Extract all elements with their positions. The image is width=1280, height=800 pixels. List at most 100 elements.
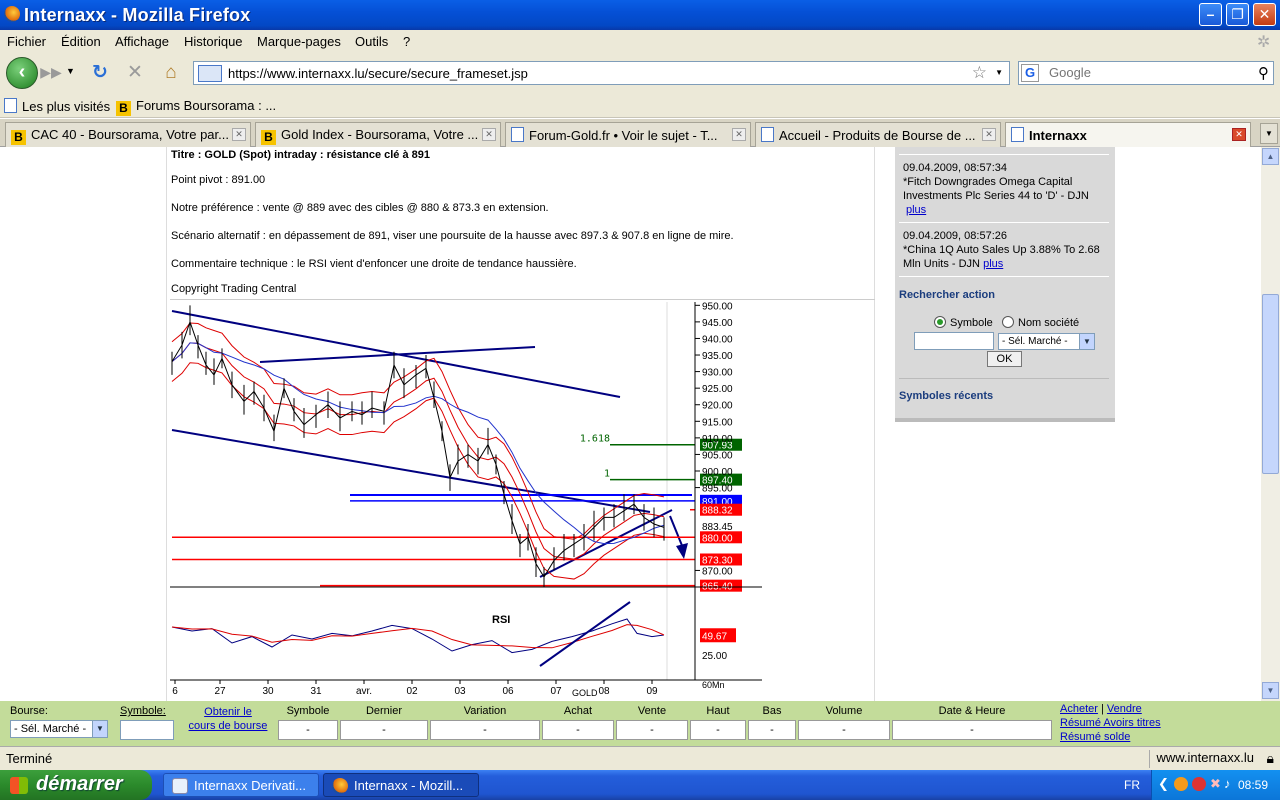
y-tick-label: 870.00: [702, 566, 733, 577]
menu-bar: Fichier Édition Affichage Historique Mar…: [0, 30, 1280, 52]
url-text[interactable]: https://www.internaxx.lu/secure/secure_f…: [228, 66, 528, 81]
close-window-button[interactable]: ✕: [1253, 3, 1276, 26]
holdings-summary-link[interactable]: Résumé Avoirs titres: [1060, 717, 1161, 729]
radio-symbol-icon[interactable]: [934, 316, 946, 328]
search-input[interactable]: [1049, 65, 1249, 80]
tab-forum-gold[interactable]: Forum-Gold.fr • Voir le sujet - T... ✕: [505, 122, 751, 147]
menu-marque-pages[interactable]: Marque-pages: [257, 34, 341, 49]
tray-app-icon[interactable]: [1174, 777, 1188, 791]
quote-symbol-input[interactable]: [120, 720, 174, 740]
bourse-select[interactable]: - Sél. Marché - ▼: [10, 720, 108, 738]
scroll-thumb[interactable]: [1262, 294, 1279, 474]
divider: [899, 222, 1109, 223]
tray-network-icon[interactable]: ✖: [1210, 776, 1221, 792]
history-dropdown-icon[interactable]: ▼: [66, 66, 75, 76]
menu-affichage[interactable]: Affichage: [115, 34, 169, 49]
left-frame: [0, 147, 167, 701]
scroll-up-icon[interactable]: ▲: [1262, 148, 1279, 165]
x-tick-label: 08: [598, 686, 610, 697]
boursorama-icon: B: [11, 130, 26, 145]
vertical-scrollbar[interactable]: ▲ ▼: [1261, 147, 1280, 701]
tab-list-button[interactable]: ▼: [1260, 123, 1278, 144]
bookmark-star-icon[interactable]: ☆: [972, 63, 987, 83]
status-domain[interactable]: www.internaxx.lu: [1149, 750, 1254, 768]
chevron-down-icon[interactable]: ▼: [92, 721, 107, 737]
menu-fichier[interactable]: Fichier: [7, 34, 46, 49]
minimize-button[interactable]: –: [1199, 3, 1222, 26]
start-button[interactable]: démarrer: [0, 770, 152, 800]
article-preference: Notre préférence : vente @ 889 avec des …: [171, 202, 549, 214]
x-tick-label: 03: [454, 686, 466, 697]
obtain-quote-link-line1[interactable]: Obtenir le: [204, 706, 252, 718]
stop-icon[interactable]: ✕: [124, 62, 146, 84]
maximize-button[interactable]: ❐: [1226, 3, 1249, 26]
tray-volume-icon[interactable]: ♪: [1224, 776, 1231, 791]
search-icon[interactable]: ⚲: [1258, 64, 1269, 82]
quote-cell-dernier: -: [340, 720, 428, 740]
gold-chart: 907.93 1.618 897.40 1 891.00 888.32 883.45 880.…: [170, 299, 875, 701]
bookmark-forums-boursorama[interactable]: B Forums Boursorama : ...: [116, 98, 276, 116]
task-internaxx-derivatives[interactable]: Internaxx Derivati...: [163, 773, 319, 797]
site-identity-icon[interactable]: [198, 65, 222, 82]
google-engine-icon[interactable]: G: [1021, 64, 1039, 82]
tab-accueil[interactable]: Accueil - Produits de Bourse de ... ✕: [755, 122, 1001, 147]
language-indicator[interactable]: FR: [1124, 778, 1140, 792]
col-bas: Bas: [762, 705, 782, 717]
analysis-article: Titre : GOLD (Spot) intraday : résistanc…: [170, 147, 875, 701]
search-box[interactable]: G ⚲: [1018, 61, 1274, 85]
level-label: 873.30: [702, 555, 733, 566]
news-more-link[interactable]: plus: [983, 258, 1003, 270]
navigation-toolbar: ‹ ▶▶ ▼ ↻ ✕ ⌂ https://www.internaxx.lu/se…: [0, 52, 1280, 94]
forward-button[interactable]: ▶▶: [38, 64, 64, 84]
url-dropdown-icon[interactable]: ▼: [995, 68, 1003, 77]
radio-company-icon[interactable]: [1002, 316, 1014, 328]
sell-link[interactable]: Vendre: [1107, 703, 1142, 715]
tab-internaxx[interactable]: Internaxx ✕: [1005, 122, 1251, 147]
col-date-heure: Date & Heure: [938, 705, 1006, 717]
bookmark-most-visited[interactable]: Les plus visités: [4, 98, 110, 114]
ok-button[interactable]: OK: [987, 351, 1022, 367]
obtain-quote-link[interactable]: Obtenir le cours de bourse: [187, 705, 269, 733]
y-tick-label: 945.00: [702, 318, 733, 329]
divider: [899, 276, 1109, 277]
radio-symbol[interactable]: Symbole: [934, 316, 993, 329]
col-volume: Volume: [825, 705, 863, 717]
url-bar[interactable]: https://www.internaxx.lu/secure/secure_f…: [193, 61, 1010, 85]
obtain-quote-link-line2[interactable]: cours de bourse: [189, 720, 268, 732]
tab-close-icon[interactable]: ✕: [732, 128, 746, 141]
symbol-search-input[interactable]: [914, 332, 994, 350]
menu-historique[interactable]: Historique: [184, 34, 243, 49]
tab-bar: B CAC 40 - Boursorama, Votre par... ✕ B Gol…: [0, 119, 1280, 147]
tab-close-icon[interactable]: ✕: [1232, 128, 1246, 141]
tray-antivirus-icon[interactable]: [1192, 777, 1206, 791]
tab-close-icon[interactable]: ✕: [982, 128, 996, 141]
padlock-icon[interactable]: 🔒︎: [1267, 750, 1274, 767]
tab-gold-index[interactable]: B Gold Index - Boursorama, Votre ... ✕: [255, 122, 501, 147]
tab-close-icon[interactable]: ✕: [232, 128, 246, 141]
reload-icon[interactable]: ↻: [89, 62, 111, 84]
radio-company[interactable]: Nom société: [1002, 316, 1079, 329]
quote-cell-symbole: -: [278, 720, 338, 740]
chevron-down-icon[interactable]: ▼: [1079, 334, 1094, 349]
menu-outils[interactable]: Outils: [355, 34, 388, 49]
back-button[interactable]: ‹: [6, 57, 38, 89]
quote-cell-bas: -: [748, 720, 796, 740]
menu-help[interactable]: ?: [403, 34, 410, 49]
scroll-down-icon[interactable]: ▼: [1262, 682, 1279, 699]
page-icon: [1011, 127, 1024, 142]
tab-cac40[interactable]: B CAC 40 - Boursorama, Votre par... ✕: [5, 122, 251, 147]
news-headline: *Fitch Downgrades Omega Capital Investme…: [903, 176, 1089, 202]
clock: 08:59: [1238, 778, 1269, 792]
tray-arrow-icon[interactable]: ❮: [1158, 776, 1169, 792]
balance-summary-link[interactable]: Résumé solde: [1060, 731, 1130, 743]
menu-edition[interactable]: Édition: [61, 34, 101, 49]
buy-link[interactable]: Acheter: [1060, 703, 1098, 715]
news-time: 09.04.2009, 08:57:26: [903, 230, 1007, 242]
right-sidebar: 09.04.2009, 08:57:34 *Fitch Downgrades O…: [895, 147, 1115, 422]
divider: [899, 154, 1109, 155]
news-more-link[interactable]: plus: [906, 204, 926, 216]
home-icon[interactable]: ⌂: [160, 62, 182, 84]
market-select[interactable]: - Sél. Marché - ▼: [998, 333, 1095, 350]
task-internaxx-firefox[interactable]: Internaxx - Mozill...: [323, 773, 479, 797]
tab-close-icon[interactable]: ✕: [482, 128, 496, 141]
